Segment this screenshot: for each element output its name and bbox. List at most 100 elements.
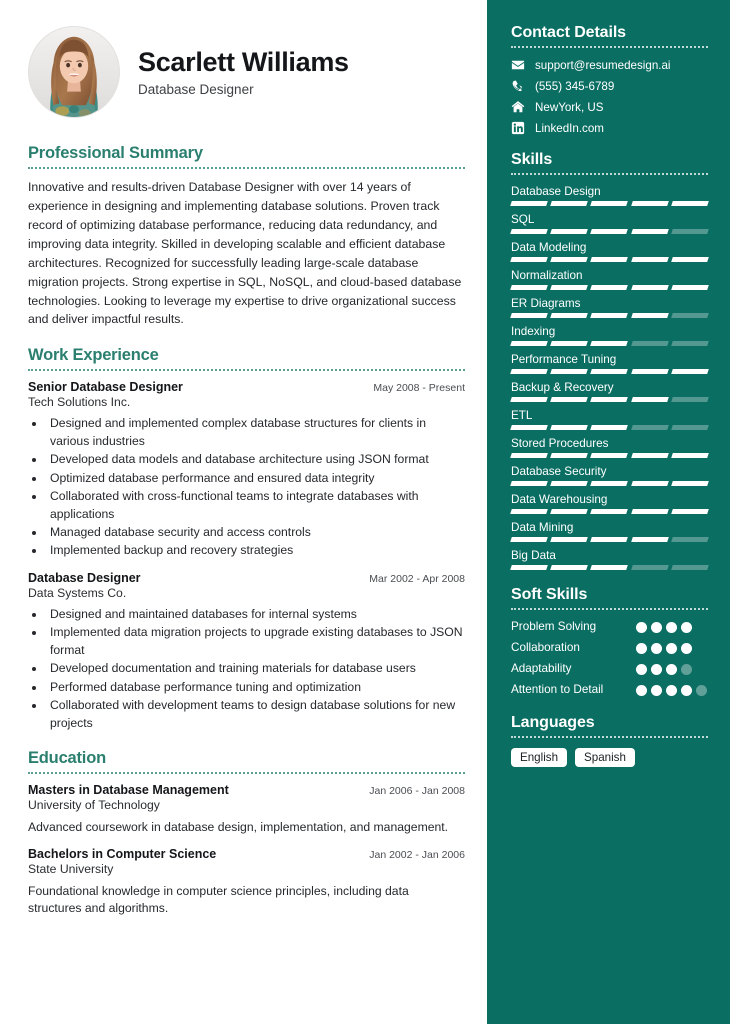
school-name: University of Technology bbox=[28, 797, 160, 812]
skill-segment bbox=[510, 313, 549, 318]
divider bbox=[28, 369, 465, 372]
soft-skills-list: Problem Solving Collaboration Adaptabili… bbox=[511, 620, 708, 698]
divider bbox=[511, 46, 708, 48]
soft-skill-item: Adaptability bbox=[511, 662, 708, 677]
main-column: Scarlett Williams Database Designer Prof… bbox=[0, 0, 487, 1024]
job-company: Tech Solutions Inc. bbox=[28, 395, 131, 410]
skill-item: Data Warehousing bbox=[510, 493, 709, 514]
education-entry: Bachelors in Computer Science Jan 2002 -… bbox=[28, 847, 465, 918]
skill-segment bbox=[671, 537, 709, 542]
job-bullet: Designed and maintained databases for in… bbox=[46, 606, 465, 623]
soft-skill-dot bbox=[696, 684, 707, 696]
skill-item: SQL bbox=[510, 213, 709, 234]
skill-level-bar bbox=[510, 509, 709, 514]
sidebar-heading-contact: Contact Details bbox=[511, 24, 626, 41]
soft-skill-dot bbox=[666, 642, 677, 654]
soft-skill-rating bbox=[636, 662, 708, 675]
skill-item: Performance Tuning bbox=[510, 353, 709, 374]
skill-label: Data Mining bbox=[511, 521, 574, 534]
skill-segment bbox=[671, 565, 709, 570]
skill-level-bar bbox=[510, 453, 709, 458]
soft-skill-dot bbox=[666, 684, 677, 696]
degree-title: Bachelors in Computer Science bbox=[28, 846, 217, 861]
skill-item: Normalization bbox=[510, 269, 709, 290]
skill-segment bbox=[550, 341, 589, 346]
skill-segment bbox=[550, 257, 589, 262]
skill-segment bbox=[510, 537, 549, 542]
resume-header: Scarlett Williams Database Designer bbox=[28, 26, 465, 118]
work-entry: Database Designer Mar 2002 - Apr 2008 Da… bbox=[28, 571, 465, 732]
education-list: Masters in Database Management Jan 2006 … bbox=[28, 783, 465, 918]
skill-segment bbox=[510, 229, 549, 234]
phone-icon bbox=[511, 79, 525, 93]
skill-segment bbox=[550, 313, 589, 318]
skill-segment bbox=[590, 257, 629, 262]
skill-segment bbox=[671, 313, 709, 318]
skill-segment bbox=[630, 341, 669, 346]
job-title: Senior Database Designer bbox=[28, 380, 183, 395]
divider bbox=[511, 608, 708, 610]
skill-segment bbox=[510, 565, 549, 570]
skill-label: Data Modeling bbox=[511, 241, 587, 254]
skill-segment bbox=[630, 537, 669, 542]
skill-segment bbox=[510, 285, 549, 290]
skill-level-bar bbox=[510, 229, 709, 234]
soft-skill-dot bbox=[666, 622, 677, 633]
resume-page: Scarlett Williams Database Designer Prof… bbox=[0, 0, 730, 1024]
contact-row[interactable]: LinkedIn.com bbox=[511, 121, 708, 135]
contact-row[interactable]: support@resumedesign.ai bbox=[511, 58, 708, 72]
language-tag[interactable]: English bbox=[511, 747, 568, 767]
skill-segment bbox=[671, 397, 709, 402]
section-languages: Languages English Spanish bbox=[511, 714, 708, 767]
soft-skill-dot bbox=[651, 684, 662, 696]
skill-segment bbox=[590, 509, 629, 514]
contact-row[interactable]: (555) 345-6789 bbox=[511, 79, 708, 93]
skill-label: Database Security bbox=[511, 465, 607, 478]
contact-row[interactable]: NewYork, US bbox=[511, 100, 708, 114]
soft-skill-rating bbox=[636, 641, 708, 654]
skill-label: Big Data bbox=[511, 549, 556, 562]
linkedin-icon bbox=[511, 121, 525, 135]
home-icon bbox=[511, 100, 525, 114]
skill-segment bbox=[510, 369, 549, 374]
sidebar-heading-skills: Skills bbox=[511, 151, 553, 168]
skill-segment bbox=[630, 397, 669, 402]
skill-segment bbox=[590, 565, 629, 570]
skill-segment bbox=[510, 201, 549, 206]
skill-segment bbox=[510, 425, 549, 430]
section-work-experience: Work Experience Senior Database Designer… bbox=[28, 346, 465, 732]
skill-item: ETL bbox=[510, 409, 709, 430]
job-bullet: Optimized database performance and ensur… bbox=[46, 470, 465, 487]
work-entry-header: Database Designer Mar 2002 - Apr 2008 bbox=[28, 571, 465, 585]
contact-list: support@resumedesign.ai (555) 345-6789 N… bbox=[511, 58, 708, 135]
contact-value: NewYork, US bbox=[535, 100, 604, 114]
skill-label: ETL bbox=[511, 409, 533, 422]
skill-label: Indexing bbox=[511, 325, 556, 338]
skill-item: Database Design bbox=[510, 185, 709, 206]
job-bullet: Collaborated with cross-functional teams… bbox=[46, 488, 465, 523]
contact-value: (555) 345-6789 bbox=[535, 79, 615, 93]
school-name: State University bbox=[28, 861, 114, 876]
skill-segment bbox=[671, 453, 709, 458]
soft-skill-label: Adaptability bbox=[511, 661, 572, 675]
divider bbox=[511, 735, 708, 738]
job-bullet: Implemented data migration projects to u… bbox=[46, 624, 465, 659]
skill-segment bbox=[590, 229, 629, 234]
job-bullet-list: Designed and implemented complex databas… bbox=[46, 415, 465, 560]
soft-skill-dot bbox=[651, 622, 662, 633]
avatar bbox=[28, 26, 120, 118]
section-contact-details: Contact Details support@resumedesign.ai … bbox=[511, 24, 708, 135]
skill-segment bbox=[590, 201, 629, 206]
language-tag[interactable]: Spanish bbox=[575, 747, 635, 767]
envelope-icon bbox=[511, 58, 525, 72]
skill-segment bbox=[510, 341, 549, 346]
skill-item: Stored Procedures bbox=[510, 437, 709, 458]
section-professional-summary: Professional Summary Innovative and resu… bbox=[28, 144, 465, 329]
page-title: Scarlett Williams bbox=[138, 46, 349, 77]
skill-segment bbox=[590, 481, 629, 486]
skill-label: Normalization bbox=[511, 269, 583, 282]
profile-photo-illustration bbox=[29, 27, 119, 117]
skills-list: Database Design SQL Data Modeling Normal… bbox=[510, 185, 709, 570]
skill-segment bbox=[671, 257, 709, 262]
soft-skill-dot bbox=[636, 622, 647, 633]
